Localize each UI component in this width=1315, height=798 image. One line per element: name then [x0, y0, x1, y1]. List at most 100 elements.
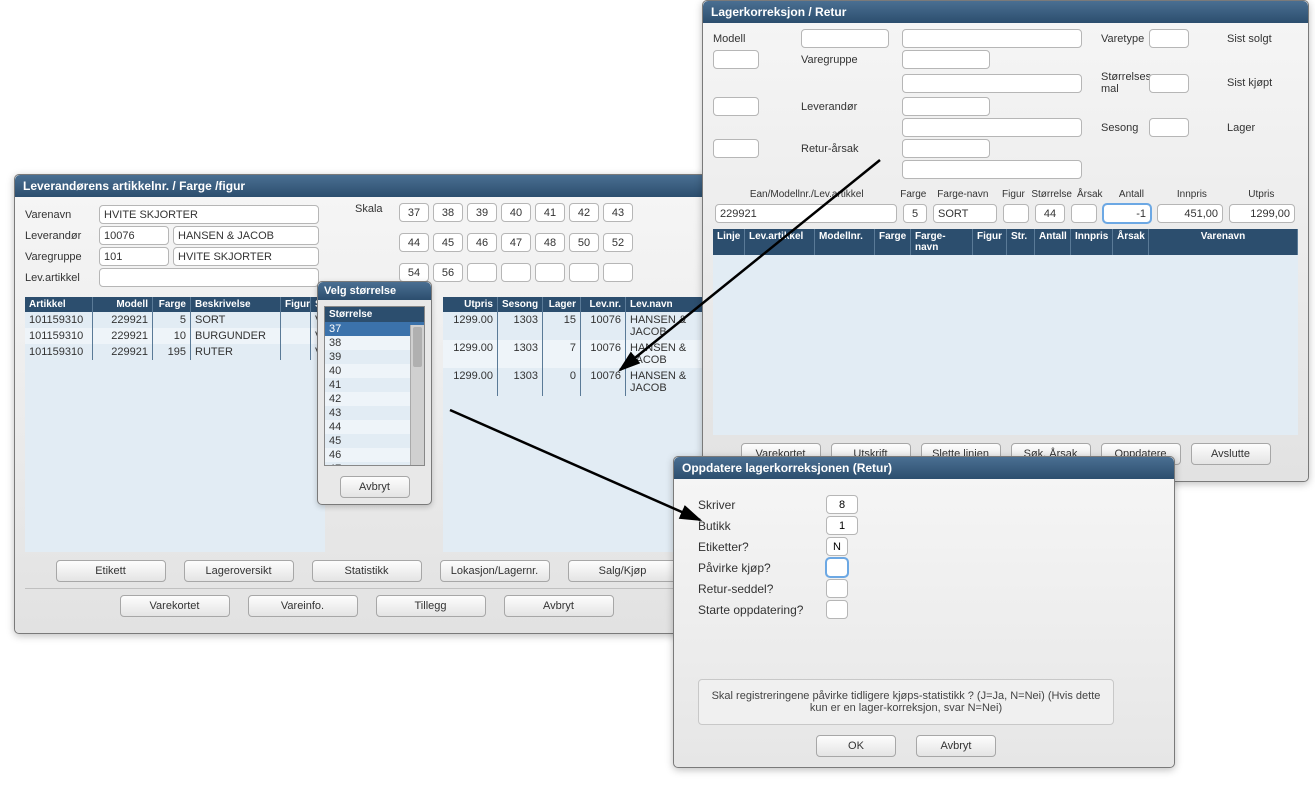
etiketter-input[interactable]: [826, 537, 848, 556]
skala-cell[interactable]: [535, 263, 565, 282]
sistkjopt-input[interactable]: [713, 97, 759, 116]
table-row[interactable]: 101159310 229921 10 BURGUNDER VI: [25, 328, 325, 344]
skala-cell[interactable]: [603, 203, 633, 222]
oppdatere-title: Oppdatere lagerkorreksjonen (Retur): [674, 457, 1174, 479]
salgkjop-button[interactable]: Salg/Kjøp: [568, 560, 678, 582]
size-cancel-button[interactable]: Avbryt: [340, 476, 410, 498]
label-sesong: Sesong: [1101, 122, 1141, 134]
ok-button[interactable]: OK: [816, 735, 896, 757]
lagerkorreksjon-title: Lagerkorreksjon / Retur: [703, 1, 1308, 23]
leverandor2-input[interactable]: [902, 97, 990, 116]
size-list[interactable]: Størrelse 37 38 39 40 41 42 43 44 45 46 …: [324, 306, 425, 466]
antall-input[interactable]: [1103, 204, 1151, 223]
lageroversikt-button[interactable]: Lageroversikt: [184, 560, 294, 582]
supplier-article-window: Leverandørens artikkelnr. / Farge /figur…: [14, 174, 719, 634]
skala-cell[interactable]: [603, 233, 633, 252]
skala-cell[interactable]: [569, 233, 599, 252]
entries-table-header: Linje Lev.artikkel Modellnr. Farge Farge…: [713, 229, 1298, 255]
skala-cell[interactable]: [535, 203, 565, 222]
retursedd-input[interactable]: [826, 579, 848, 598]
hdr-figur: Figur: [998, 189, 1030, 200]
levartikkel-input[interactable]: [99, 268, 319, 287]
scrollbar[interactable]: [410, 325, 424, 465]
skala-cell[interactable]: [399, 203, 429, 222]
avbryt-button[interactable]: Avbryt: [504, 595, 614, 617]
skala-cell[interactable]: [501, 263, 531, 282]
table-row[interactable]: 1299.00 1303 15 10076 HANSEN & JACOB: [443, 312, 723, 340]
arsak-input[interactable]: [1071, 204, 1097, 223]
skala-cell[interactable]: [501, 233, 531, 252]
retur-name-input[interactable]: [902, 160, 1082, 179]
stmal-input[interactable]: [1149, 74, 1189, 93]
skala-cell[interactable]: [535, 233, 565, 252]
lager-input[interactable]: [713, 139, 759, 158]
left-table-body[interactable]: 101159310 229921 5 SORT VI 101159310 229…: [25, 312, 325, 552]
hdr-farge: Farge: [898, 189, 928, 200]
fargenavn-input[interactable]: [933, 204, 997, 223]
starte-input[interactable]: [826, 600, 848, 619]
skala-cell[interactable]: [433, 263, 463, 282]
leverandor-id-input[interactable]: [99, 226, 169, 245]
skala-cell[interactable]: [569, 203, 599, 222]
label-varenavn: Varenavn: [25, 209, 95, 221]
skala-cell[interactable]: [467, 263, 497, 282]
hdr-utpris: Utpris: [1227, 189, 1296, 200]
label-starte: Starte oppdatering?: [698, 603, 818, 617]
sesong-input[interactable]: [1149, 118, 1189, 137]
skala-cell[interactable]: [467, 203, 497, 222]
storrelse-input[interactable]: [1035, 204, 1065, 223]
oppdatere-dialog: Oppdatere lagerkorreksjonen (Retur) Skri…: [673, 456, 1175, 768]
skala-cell[interactable]: [399, 233, 429, 252]
table-row[interactable]: 101159310 229921 5 SORT VI: [25, 312, 325, 328]
skala-cell[interactable]: [399, 263, 429, 282]
varetype-input[interactable]: [1149, 29, 1189, 48]
skala-cell[interactable]: [467, 233, 497, 252]
leverandor-navn-input[interactable]: [173, 226, 319, 245]
farge-input[interactable]: [903, 204, 927, 223]
label-lager: Lager: [1227, 122, 1273, 134]
varegruppe2-input[interactable]: [902, 50, 990, 69]
leverandor2-name-input[interactable]: [902, 118, 1082, 137]
retur-input[interactable]: [902, 139, 990, 158]
dialog-cancel-button[interactable]: Avbryt: [916, 735, 996, 757]
lokasjon-button[interactable]: Lokasjon/Lagernr.: [440, 560, 550, 582]
varenavn-input[interactable]: [99, 205, 319, 224]
table-row[interactable]: 1299.00 1303 0 10076 HANSEN & JACOB: [443, 368, 723, 396]
skala-cell[interactable]: [433, 233, 463, 252]
dialog-hint: Skal registreringene påvirke tidligere k…: [698, 679, 1114, 725]
butikk-input[interactable]: [826, 516, 858, 535]
lagerkorreksjon-window: Lagerkorreksjon / Retur Modell Varetype …: [702, 0, 1309, 482]
label-pavirke: Påvirke kjøp?: [698, 561, 818, 575]
label-varegruppe2: Varegruppe: [801, 54, 894, 66]
varegruppe-id-input[interactable]: [99, 247, 169, 266]
avslutte-button[interactable]: Avslutte: [1191, 443, 1271, 465]
figur-input[interactable]: [1003, 204, 1029, 223]
statistikk-button[interactable]: Statistikk: [312, 560, 422, 582]
label-stmal: Størrelses-mal: [1101, 71, 1141, 95]
table-row[interactable]: 1299.00 1303 7 10076 HANSEN & JACOB: [443, 340, 723, 368]
entries-table-body[interactable]: [713, 255, 1298, 435]
skala-cell[interactable]: [433, 203, 463, 222]
utpris-input[interactable]: [1229, 204, 1295, 223]
pavirke-input[interactable]: [826, 558, 848, 577]
tillegg-button[interactable]: Tillegg: [376, 595, 486, 617]
table-row[interactable]: 101159310 229921 195 RUTER VI: [25, 344, 325, 360]
varegruppe-navn-input[interactable]: [173, 247, 319, 266]
hdr-antall: Antall: [1106, 189, 1158, 200]
right-table-header: Utpris Sesong Lager Lev.nr. Lev.navn: [443, 297, 723, 312]
modell-input[interactable]: [801, 29, 889, 48]
skala-cell[interactable]: [569, 263, 599, 282]
sistsolgt-input[interactable]: [713, 50, 759, 69]
skala-cell[interactable]: [603, 263, 633, 282]
size-popup-title: Velg størrelse: [318, 282, 431, 300]
vareinfo-button[interactable]: Vareinfo.: [248, 595, 358, 617]
skala-cell[interactable]: [501, 203, 531, 222]
ean-input[interactable]: [715, 204, 897, 223]
label-sistkjopt: Sist kjøpt: [1227, 77, 1273, 89]
innpris-input[interactable]: [1157, 204, 1223, 223]
skriver-input[interactable]: [826, 495, 858, 514]
etikett-button[interactable]: Etikett: [56, 560, 166, 582]
varegruppe2-name-input[interactable]: [902, 74, 1082, 93]
modell-name-input[interactable]: [902, 29, 1082, 48]
varekortet-button[interactable]: Varekortet: [120, 595, 230, 617]
